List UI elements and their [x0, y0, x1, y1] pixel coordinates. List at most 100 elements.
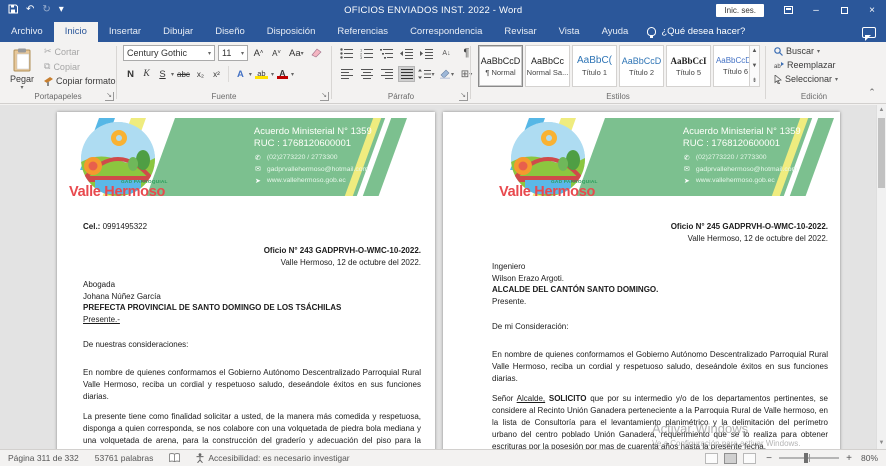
highlight-dropdown-icon[interactable]: ▾ — [271, 71, 274, 78]
italic-button[interactable]: K — [139, 66, 154, 82]
replace-button[interactable]: ab Reemplazar — [774, 60, 838, 70]
scroll-down-icon[interactable]: ▼ — [877, 438, 886, 449]
styles-scroll-up-icon[interactable]: ▲ — [752, 48, 758, 54]
numbering-icon[interactable]: 123 — [358, 45, 375, 61]
underline-button[interactable]: S — [155, 66, 170, 82]
sort-icon[interactable]: A↓ — [438, 45, 455, 61]
undo-icon[interactable]: ↶ — [26, 5, 34, 15]
sign-in-button[interactable]: Inic. ses. — [716, 4, 764, 17]
tab-disposicion[interactable]: Disposición — [256, 22, 327, 42]
zoom-level[interactable]: 80% — [860, 453, 886, 463]
tab-dibujar[interactable]: Dibujar — [152, 22, 204, 42]
text-effects-button[interactable]: A — [233, 66, 248, 82]
zoom-slider[interactable] — [779, 457, 839, 459]
scrollbar-thumb[interactable] — [878, 118, 885, 188]
highlight-button[interactable]: ab — [253, 66, 270, 82]
multilevel-list-icon[interactable] — [378, 45, 395, 61]
proofing-icon[interactable] — [161, 453, 188, 463]
change-case-button[interactable]: Aa▾ — [287, 45, 306, 61]
clipboard-dialog-launcher[interactable]: ↘ — [105, 92, 114, 101]
underline-dropdown-icon[interactable]: ▾ — [171, 71, 174, 78]
close-button[interactable]: × — [858, 0, 886, 20]
email-text: gadprvallehermoso@hotmail.com — [696, 166, 797, 173]
font-dialog-launcher[interactable]: ↘ — [320, 92, 329, 101]
tab-ayuda[interactable]: Ayuda — [591, 22, 640, 42]
style-titulo-1[interactable]: AaBbC( Título 1 — [572, 45, 617, 87]
grow-font-button[interactable]: A˄ — [251, 45, 266, 61]
tab-correspondencia[interactable]: Correspondencia — [399, 22, 493, 42]
word-count[interactable]: 53761 palabras — [87, 453, 162, 463]
select-button[interactable]: Seleccionar▾ — [774, 74, 838, 84]
redo-icon[interactable]: ↻ — [42, 5, 50, 15]
paragraph-dialog-launcher[interactable]: ↘ — [459, 92, 468, 101]
tab-insertar[interactable]: Insertar — [98, 22, 152, 42]
paste-button[interactable]: Pegar ▾ — [5, 45, 39, 95]
letter-body[interactable]: Oficio N° 245 GADPRVH-O-WMC-10-2022. Val… — [443, 209, 840, 449]
clipboard-icon — [12, 48, 32, 72]
align-left-icon[interactable] — [338, 66, 355, 82]
scroll-up-icon[interactable]: ▲ — [877, 105, 886, 116]
tab-vista[interactable]: Vista — [548, 22, 591, 42]
page-right[interactable]: Acuerdo Ministerial N° 1359 RUC : 176812… — [443, 112, 840, 449]
align-center-icon[interactable] — [358, 66, 375, 82]
styles-gallery-scroll[interactable]: ▲ ▼ ⇟ — [749, 45, 760, 87]
web-layout-icon[interactable] — [743, 453, 756, 464]
bold-button[interactable]: N — [123, 66, 138, 82]
cut-button[interactable]: ✂Cortar — [44, 46, 116, 57]
subscript-button[interactable]: x₂ — [193, 66, 208, 82]
tab-revisar[interactable]: Revisar — [493, 22, 547, 42]
copy-button[interactable]: ⧉Copiar — [44, 61, 116, 72]
style-normal-sa[interactable]: AaBbCc Normal Sa... — [525, 45, 570, 87]
page-indicator[interactable]: Página 311 de 332 — [0, 453, 87, 463]
shrink-font-button[interactable]: A˅ — [269, 45, 284, 61]
font-size-combo[interactable]: 11▾ — [218, 45, 248, 61]
tab-diseno[interactable]: Diseño — [204, 22, 256, 42]
read-mode-icon[interactable] — [705, 453, 718, 464]
collapse-ribbon-icon[interactable]: ⌃ — [864, 85, 880, 99]
justify-icon[interactable] — [398, 66, 415, 82]
strikethrough-button[interactable]: abc — [175, 66, 192, 82]
align-right-icon[interactable] — [378, 66, 395, 82]
clipboard-group: Pegar ▾ ✂Cortar ⧉Copiar Copiar formato P… — [0, 42, 116, 103]
clear-format-button[interactable] — [309, 45, 324, 61]
format-painter-button[interactable]: Copiar formato — [44, 76, 116, 86]
style-normal[interactable]: AaBbCcD ¶ Normal — [478, 45, 523, 87]
comments-icon[interactable] — [862, 27, 876, 38]
decrease-indent-icon[interactable] — [398, 45, 415, 61]
page-left[interactable]: Acuerdo Ministerial N° 1359 RUC : 176812… — [57, 112, 435, 449]
font-color-button[interactable]: A — [275, 66, 290, 82]
save-icon[interactable] — [8, 4, 18, 17]
style-titulo-2[interactable]: AaBbCcD Título 2 — [619, 45, 664, 87]
ribbon-display-options-icon[interactable] — [774, 0, 802, 20]
letter-body[interactable]: Cel.: 0991495322 Oficio N° 243 GADPRVH-O… — [57, 209, 435, 449]
find-button[interactable]: Buscar▾ — [774, 46, 838, 56]
tab-referencias[interactable]: Referencias — [326, 22, 399, 42]
bullets-icon[interactable] — [338, 45, 355, 61]
style-titulo-5[interactable]: AaBbCcI Título 5 — [666, 45, 711, 87]
customize-qat-icon[interactable]: ▾ — [59, 5, 64, 15]
tab-archivo[interactable]: Archivo — [0, 22, 54, 42]
email-text: gadprvallehermoso@hotmail.com — [267, 166, 368, 173]
minimize-button[interactable]: – — [802, 0, 830, 20]
superscript-button[interactable]: x² — [209, 66, 224, 82]
cursor-icon — [774, 75, 782, 84]
styles-more-icon[interactable]: ⇟ — [752, 77, 757, 84]
shading-icon[interactable]: ▾ — [438, 66, 455, 82]
document-area[interactable]: Acuerdo Ministerial N° 1359 RUC : 176812… — [0, 105, 886, 449]
tell-me-box[interactable]: ¿Qué desea hacer? — [639, 26, 753, 42]
font-color-dropdown-icon[interactable]: ▾ — [291, 71, 294, 78]
zoom-out-button[interactable]: − — [764, 453, 774, 464]
increase-indent-icon[interactable] — [418, 45, 435, 61]
zoom-slider-thumb[interactable] — [804, 453, 808, 463]
line-spacing-icon[interactable]: ▾ — [418, 66, 435, 82]
zoom-in-button[interactable]: + — [844, 453, 854, 464]
restore-button[interactable] — [830, 0, 858, 20]
styles-scroll-down-icon[interactable]: ▼ — [752, 63, 758, 69]
ribbon: Pegar ▾ ✂Cortar ⧉Copiar Copiar formato P… — [0, 42, 886, 104]
vertical-scrollbar[interactable]: ▲ ▼ — [876, 105, 886, 449]
text-effects-dropdown-icon[interactable]: ▾ — [249, 71, 252, 78]
print-layout-icon[interactable] — [724, 453, 737, 464]
tab-inicio[interactable]: Inicio — [54, 22, 98, 42]
accessibility-status[interactable]: Accesibilidad: es necesario investigar — [188, 453, 357, 463]
font-family-combo[interactable]: Century Gothic▾ — [123, 45, 215, 61]
